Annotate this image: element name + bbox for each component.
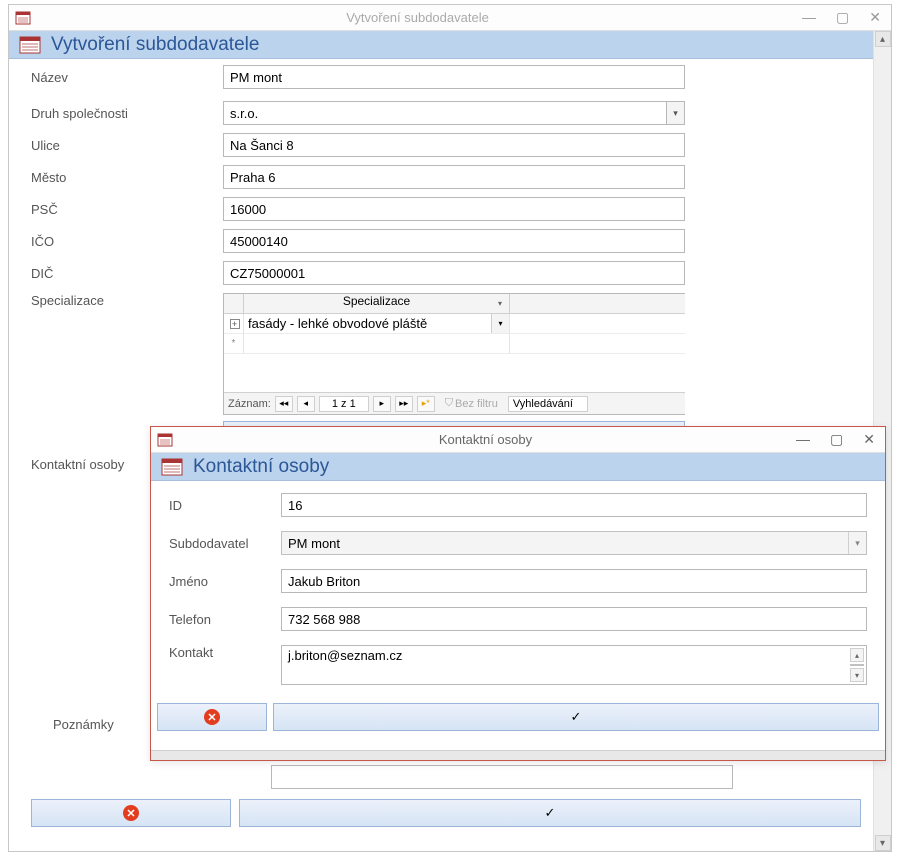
select-subdodavatel-value: PM mont <box>288 536 340 551</box>
contact-window: Kontaktní osoby — ▢ ✕ Kontaktní osoby ID… <box>150 426 886 761</box>
expand-row-button[interactable]: + <box>224 314 244 334</box>
label-ico: IČO <box>31 234 223 249</box>
dropdown-icon[interactable]: ▾ <box>666 102 684 124</box>
prev-record-button[interactable]: ◂ <box>297 396 315 412</box>
ok-button[interactable]: ✓ <box>273 703 879 731</box>
label-druh: Druh společnosti <box>31 106 223 121</box>
contact-form-title: Kontaktní osoby <box>193 456 329 478</box>
label-ulice: Ulice <box>31 138 223 153</box>
cancel-icon: ✕ <box>123 805 139 821</box>
search-input[interactable] <box>508 396 588 412</box>
cancel-button[interactable]: ✕ <box>157 703 267 731</box>
textarea-kontakt[interactable]: j.briton@seznam.cz ▴ ▾ <box>281 645 867 685</box>
form-header-icon <box>19 36 41 54</box>
contact-form-header: Kontaktní osoby <box>151 453 885 481</box>
input-telefon[interactable] <box>281 607 867 631</box>
check-icon: ✓ <box>545 805 556 821</box>
contact-form-body: ID Subdodavatel PM mont ▾ Jméno Telefon … <box>151 481 885 703</box>
window-controls: — ▢ ✕ <box>798 9 885 26</box>
label-id: ID <box>169 498 281 513</box>
input-poznamky[interactable] <box>271 765 733 789</box>
input-nazev[interactable] <box>223 65 685 89</box>
last-record-button[interactable]: ▸▸ <box>395 396 413 412</box>
contact-footer: ✕ ✓ <box>151 703 885 737</box>
form-icon <box>15 10 31 26</box>
scroll-down-button[interactable]: ▾ <box>875 835 891 851</box>
label-nazev: Název <box>31 70 223 85</box>
scroll-down-button[interactable]: ▾ <box>850 668 864 682</box>
minimize-button[interactable]: — <box>798 9 820 26</box>
input-id[interactable] <box>281 493 867 517</box>
form-body: Název Druh společnosti s.r.o. ▾ Ulice Mě… <box>9 59 891 486</box>
filter-icon: ⛉ <box>445 397 453 410</box>
scroll-thumb[interactable] <box>850 664 864 666</box>
cancel-button[interactable]: ✕ <box>31 799 231 827</box>
select-subdodavatel[interactable]: PM mont ▾ <box>281 531 867 555</box>
column-dropdown-icon[interactable]: ▾ <box>493 296 507 310</box>
maximize-button[interactable]: ▢ <box>826 431 847 448</box>
cell-dropdown-icon[interactable]: ▾ <box>491 314 509 333</box>
input-psc[interactable] <box>223 197 685 221</box>
scroll-up-button[interactable]: ▴ <box>850 648 864 662</box>
label-mesto: Město <box>31 170 223 185</box>
column-header-specializace[interactable]: Specializace ▾ <box>244 294 510 314</box>
label-jmeno: Jméno <box>169 574 281 589</box>
cancel-icon: ✕ <box>204 709 220 725</box>
input-mesto[interactable] <box>223 165 685 189</box>
form-title: Vytvoření subdodavatele <box>51 34 259 56</box>
label-specializace: Specializace <box>31 293 223 308</box>
input-dic[interactable] <box>223 261 685 285</box>
select-druh[interactable]: s.r.o. ▾ <box>223 101 685 125</box>
contact-window-controls: — ▢ ✕ <box>792 431 879 448</box>
input-jmeno[interactable] <box>281 569 867 593</box>
minimize-button[interactable]: — <box>792 431 814 448</box>
titlebar: Vytvoření subdodavatele — ▢ ✕ <box>9 5 891 31</box>
new-row-indicator: * <box>224 334 244 354</box>
footer-bar: ✕ ✓ <box>31 799 861 827</box>
next-record-button[interactable]: ▸ <box>373 396 391 412</box>
record-label: Záznam: <box>228 398 271 410</box>
new-row[interactable]: * <box>224 334 685 354</box>
textarea-scrollbar[interactable]: ▴ ▾ <box>850 648 864 682</box>
label-subdodavatel: Subdodavatel <box>169 536 281 551</box>
cell-specializace[interactable]: fasády - lehké obvodové pláště ▾ <box>244 314 510 334</box>
contact-window-title: Kontaktní osoby <box>179 432 792 447</box>
specializace-subform: Specializace ▾ + fasády - lehké obvodové… <box>223 293 685 415</box>
close-button[interactable]: ✕ <box>865 9 885 26</box>
record-position[interactable] <box>319 396 369 412</box>
scroll-up-button[interactable]: ▴ <box>875 31 891 47</box>
label-psc: PSČ <box>31 202 223 217</box>
maximize-button[interactable]: ▢ <box>832 9 853 26</box>
ok-button[interactable]: ✓ <box>239 799 861 827</box>
empty-cell[interactable] <box>244 334 510 354</box>
select-druh-value: s.r.o. <box>230 106 258 121</box>
record-navigator: Záznam: ◂◂ ◂ ▸ ▸▸ ▸* ⛉ Bez filtru <box>224 392 685 414</box>
label-kontakt: Kontakt <box>169 645 281 660</box>
label-telefon: Telefon <box>169 612 281 627</box>
label-dic: DIČ <box>31 266 223 281</box>
dropdown-icon[interactable]: ▾ <box>848 532 866 554</box>
input-ico[interactable] <box>223 229 685 253</box>
close-button[interactable]: ✕ <box>859 431 879 448</box>
input-ulice[interactable] <box>223 133 685 157</box>
first-record-button[interactable]: ◂◂ <box>275 396 293 412</box>
no-filter-indicator: ⛉ Bez filtru <box>445 397 498 410</box>
form-icon <box>157 432 173 448</box>
table-row[interactable]: + fasády - lehké obvodové pláště ▾ <box>224 314 685 334</box>
form-header: Vytvoření subdodavatele <box>9 31 891 59</box>
row-selector-header[interactable] <box>224 294 244 314</box>
contact-titlebar: Kontaktní osoby — ▢ ✕ <box>151 427 885 453</box>
status-bar <box>151 750 885 760</box>
new-record-button[interactable]: ▸* <box>417 396 435 412</box>
textarea-kontakt-value: j.briton@seznam.cz <box>288 648 402 663</box>
label-poznamky: Poznámky <box>53 717 114 732</box>
window-title: Vytvoření subdodavatele <box>37 10 798 25</box>
form-header-icon <box>161 458 183 476</box>
check-icon: ✓ <box>571 709 582 725</box>
